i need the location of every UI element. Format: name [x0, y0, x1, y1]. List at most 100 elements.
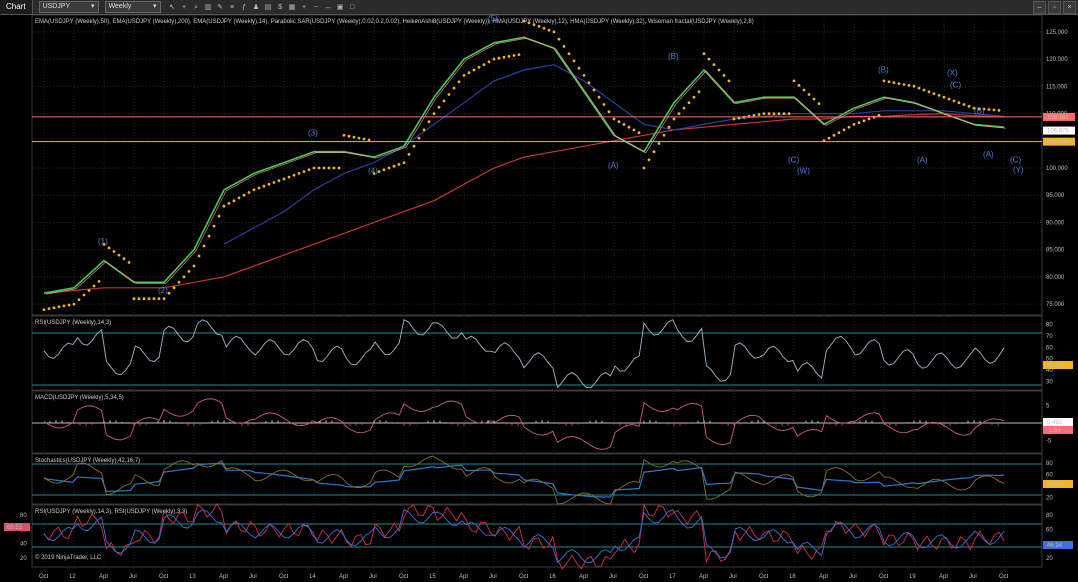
- sar-dot: [267, 182, 271, 186]
- sar-dot: [47, 307, 51, 310]
- macd-panel-title: MACD(USDJPY (Weekly),5,34,5): [35, 395, 124, 401]
- x-tick-label: Jul: [729, 574, 737, 580]
- sar-dot: [947, 97, 951, 101]
- interval-selector[interactable]: Weekly ▾: [104, 1, 161, 13]
- indicators-icon[interactable]: ƒ: [240, 3, 249, 12]
- wave-label: (X): [947, 68, 958, 77]
- sar-dot: [427, 120, 431, 124]
- bar-style-icon[interactable]: ▥: [204, 3, 213, 12]
- sar-dot: [462, 74, 466, 77]
- instrument-selector[interactable]: USDJPY ▾: [38, 1, 99, 13]
- rsi2-left-tick-label: 40: [20, 542, 27, 548]
- svg-text:106.875: 106.875: [1047, 129, 1069, 135]
- zoom-icon[interactable]: ⌕: [192, 3, 201, 12]
- scroll-icon[interactable]: ↔: [324, 3, 333, 12]
- sar-dot: [412, 144, 416, 148]
- cursor-icon[interactable]: ↖: [168, 3, 177, 12]
- x-tick-label: Apr: [219, 574, 228, 580]
- chart-area[interactable]: EMA(USDJPY (Weekly),50), EMA(USDJPY (Wee…: [0, 15, 1078, 582]
- marker-rsi2-left: 65.53: [4, 523, 30, 531]
- sar-dot: [72, 302, 76, 306]
- plus-icon[interactable]: +: [300, 3, 309, 12]
- sar-dot: [482, 63, 486, 66]
- sar-dot: [162, 297, 166, 301]
- sar-dot: [557, 37, 561, 41]
- sar-dot: [662, 133, 666, 137]
- sar-dot: [207, 234, 211, 238]
- sar-dot: [722, 74, 726, 77]
- sar-dot: [847, 125, 851, 129]
- sar-dot: [442, 99, 446, 103]
- sar-dot: [392, 164, 396, 168]
- restore-icon[interactable]: ▫: [1048, 0, 1061, 14]
- marker-support: 104.840: [1043, 137, 1075, 146]
- wave-label: (C): [1010, 156, 1021, 165]
- sar-dot: [617, 120, 621, 124]
- sar-dot: [422, 128, 426, 132]
- sar-dot: [952, 99, 956, 103]
- sar-dot: [157, 297, 161, 301]
- sar-dot: [712, 63, 716, 66]
- sar-dot: [137, 297, 141, 301]
- rsi2_panel-tick-label: 60: [1046, 527, 1053, 533]
- sar-dot: [532, 23, 536, 26]
- sar-dot: [867, 117, 871, 121]
- sar-dot: [592, 88, 596, 92]
- sar-dot: [732, 117, 736, 121]
- sar-dot: [997, 109, 1001, 112]
- lock-icon[interactable]: ▣: [336, 3, 345, 12]
- wave-label: (B): [974, 107, 985, 116]
- template-icon[interactable]: ▤: [264, 3, 273, 12]
- macd-panel[interactable]: [31, 390, 1043, 454]
- properties-icon[interactable]: ≡: [228, 3, 237, 12]
- sar-dot: [282, 177, 286, 181]
- sar-dot: [607, 110, 611, 114]
- x-tick-label: Oct: [39, 574, 49, 580]
- sar-dot: [577, 66, 581, 70]
- sar-dot: [232, 199, 236, 203]
- sar-dot: [792, 79, 796, 83]
- svg-text:-1.51: -1.51: [1047, 428, 1061, 434]
- sar-dot: [907, 84, 911, 87]
- x-tick-label: Oct: [759, 574, 769, 580]
- sar-dot: [632, 128, 636, 132]
- x-tick-label: 15: [429, 574, 436, 580]
- x-tick-label: 16: [549, 574, 556, 580]
- x-tick-label: Jul: [369, 574, 377, 580]
- crosshair-icon[interactable]: +: [180, 3, 189, 12]
- chevron-down-icon: ▾: [153, 3, 157, 10]
- price-panel[interactable]: [31, 15, 1043, 316]
- window-icon[interactable]: □: [348, 3, 357, 12]
- data-box-icon[interactable]: ▦: [288, 3, 297, 12]
- price-tick-label: 90.000: [1046, 220, 1065, 226]
- wave-label: (A): [917, 156, 928, 165]
- sar-dot: [122, 257, 126, 261]
- wave-label: (W): [797, 166, 810, 175]
- sar-dot: [657, 142, 661, 145]
- sar-dot: [837, 131, 841, 134]
- wave-label: (4): [368, 166, 378, 175]
- sar-dot: [637, 131, 641, 134]
- close-icon[interactable]: ×: [1063, 0, 1076, 14]
- sar-dot: [107, 246, 111, 250]
- svg-text:46.94: 46.94: [1047, 363, 1063, 369]
- sar-dot: [527, 21, 531, 25]
- sar-dot: [897, 82, 901, 85]
- sar-dot: [327, 166, 331, 170]
- stoch_panel-tick-label: 60: [1046, 472, 1053, 478]
- strategy-icon[interactable]: ♟: [252, 3, 261, 12]
- stoch-panel[interactable]: [31, 453, 1043, 505]
- sar-dot: [182, 275, 186, 279]
- sar-dot: [917, 86, 921, 90]
- sar-dot: [147, 297, 151, 301]
- sar-dot: [177, 280, 181, 284]
- x-tick-label: Jul: [969, 574, 977, 580]
- draw-icon[interactable]: ✎: [216, 3, 225, 12]
- chart-trader-icon[interactable]: $: [276, 3, 285, 12]
- minimize-icon[interactable]: –: [1033, 0, 1046, 14]
- sar-dot: [772, 112, 776, 115]
- minus-icon[interactable]: −: [312, 3, 321, 12]
- sar-dot: [682, 106, 686, 110]
- x-tick-label: Jul: [489, 574, 497, 580]
- sar-dot: [797, 84, 801, 87]
